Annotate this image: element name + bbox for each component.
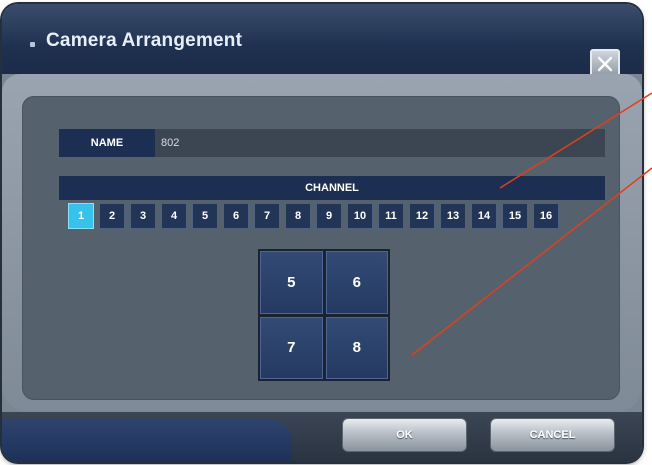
layout-cell[interactable]: 5 (260, 251, 323, 314)
channel-button-4[interactable]: 4 (161, 203, 187, 229)
layout-cell[interactable]: 8 (325, 316, 388, 379)
channel-button-9[interactable]: 9 (316, 203, 342, 229)
channel-button-11[interactable]: 11 (378, 203, 404, 229)
channel-button-15[interactable]: 15 (502, 203, 528, 229)
body-frame-inner: NAME 802 CHANNEL 1 2 3 4 5 6 7 8 9 10 11… (2, 74, 642, 412)
channel-button-2[interactable]: 2 (99, 203, 125, 229)
layout-cell[interactable]: 7 (260, 316, 323, 379)
channel-button-14[interactable]: 14 (471, 203, 497, 229)
channel-button-3[interactable]: 3 (130, 203, 156, 229)
channel-button-16[interactable]: 16 (533, 203, 559, 229)
channel-button-row: 1 2 3 4 5 6 7 8 9 10 11 12 13 14 15 16 (68, 203, 559, 229)
footer-tab (2, 420, 292, 462)
layout-cell[interactable]: 6 (325, 251, 388, 314)
body-frame: NAME 802 CHANNEL 1 2 3 4 5 6 7 8 9 10 11… (2, 74, 642, 412)
dialog-title: Camera Arrangement (46, 30, 243, 51)
channel-button-6[interactable]: 6 (223, 203, 249, 229)
name-input[interactable]: 802 (155, 129, 605, 157)
channel-button-12[interactable]: 12 (409, 203, 435, 229)
channel-button-8[interactable]: 8 (285, 203, 311, 229)
cancel-button[interactable]: CANCEL (490, 418, 615, 452)
channel-button-7[interactable]: 7 (254, 203, 280, 229)
title-bar: Camera Arrangement (2, 4, 642, 82)
camera-layout-grid: 5 6 7 8 (258, 249, 390, 381)
channel-button-1[interactable]: 1 (68, 203, 94, 229)
content-panel: NAME 802 CHANNEL 1 2 3 4 5 6 7 8 9 10 11… (22, 96, 620, 400)
channel-header: CHANNEL (59, 176, 605, 200)
close-icon (597, 56, 613, 72)
channel-button-5[interactable]: 5 (192, 203, 218, 229)
ok-button[interactable]: OK (342, 418, 467, 452)
title-bullet-icon (30, 42, 35, 47)
channel-button-13[interactable]: 13 (440, 203, 466, 229)
channel-button-10[interactable]: 10 (347, 203, 373, 229)
name-label: NAME (59, 129, 155, 157)
camera-arrangement-dialog: Camera Arrangement NAME 802 CHANNEL 1 2 … (2, 4, 642, 462)
